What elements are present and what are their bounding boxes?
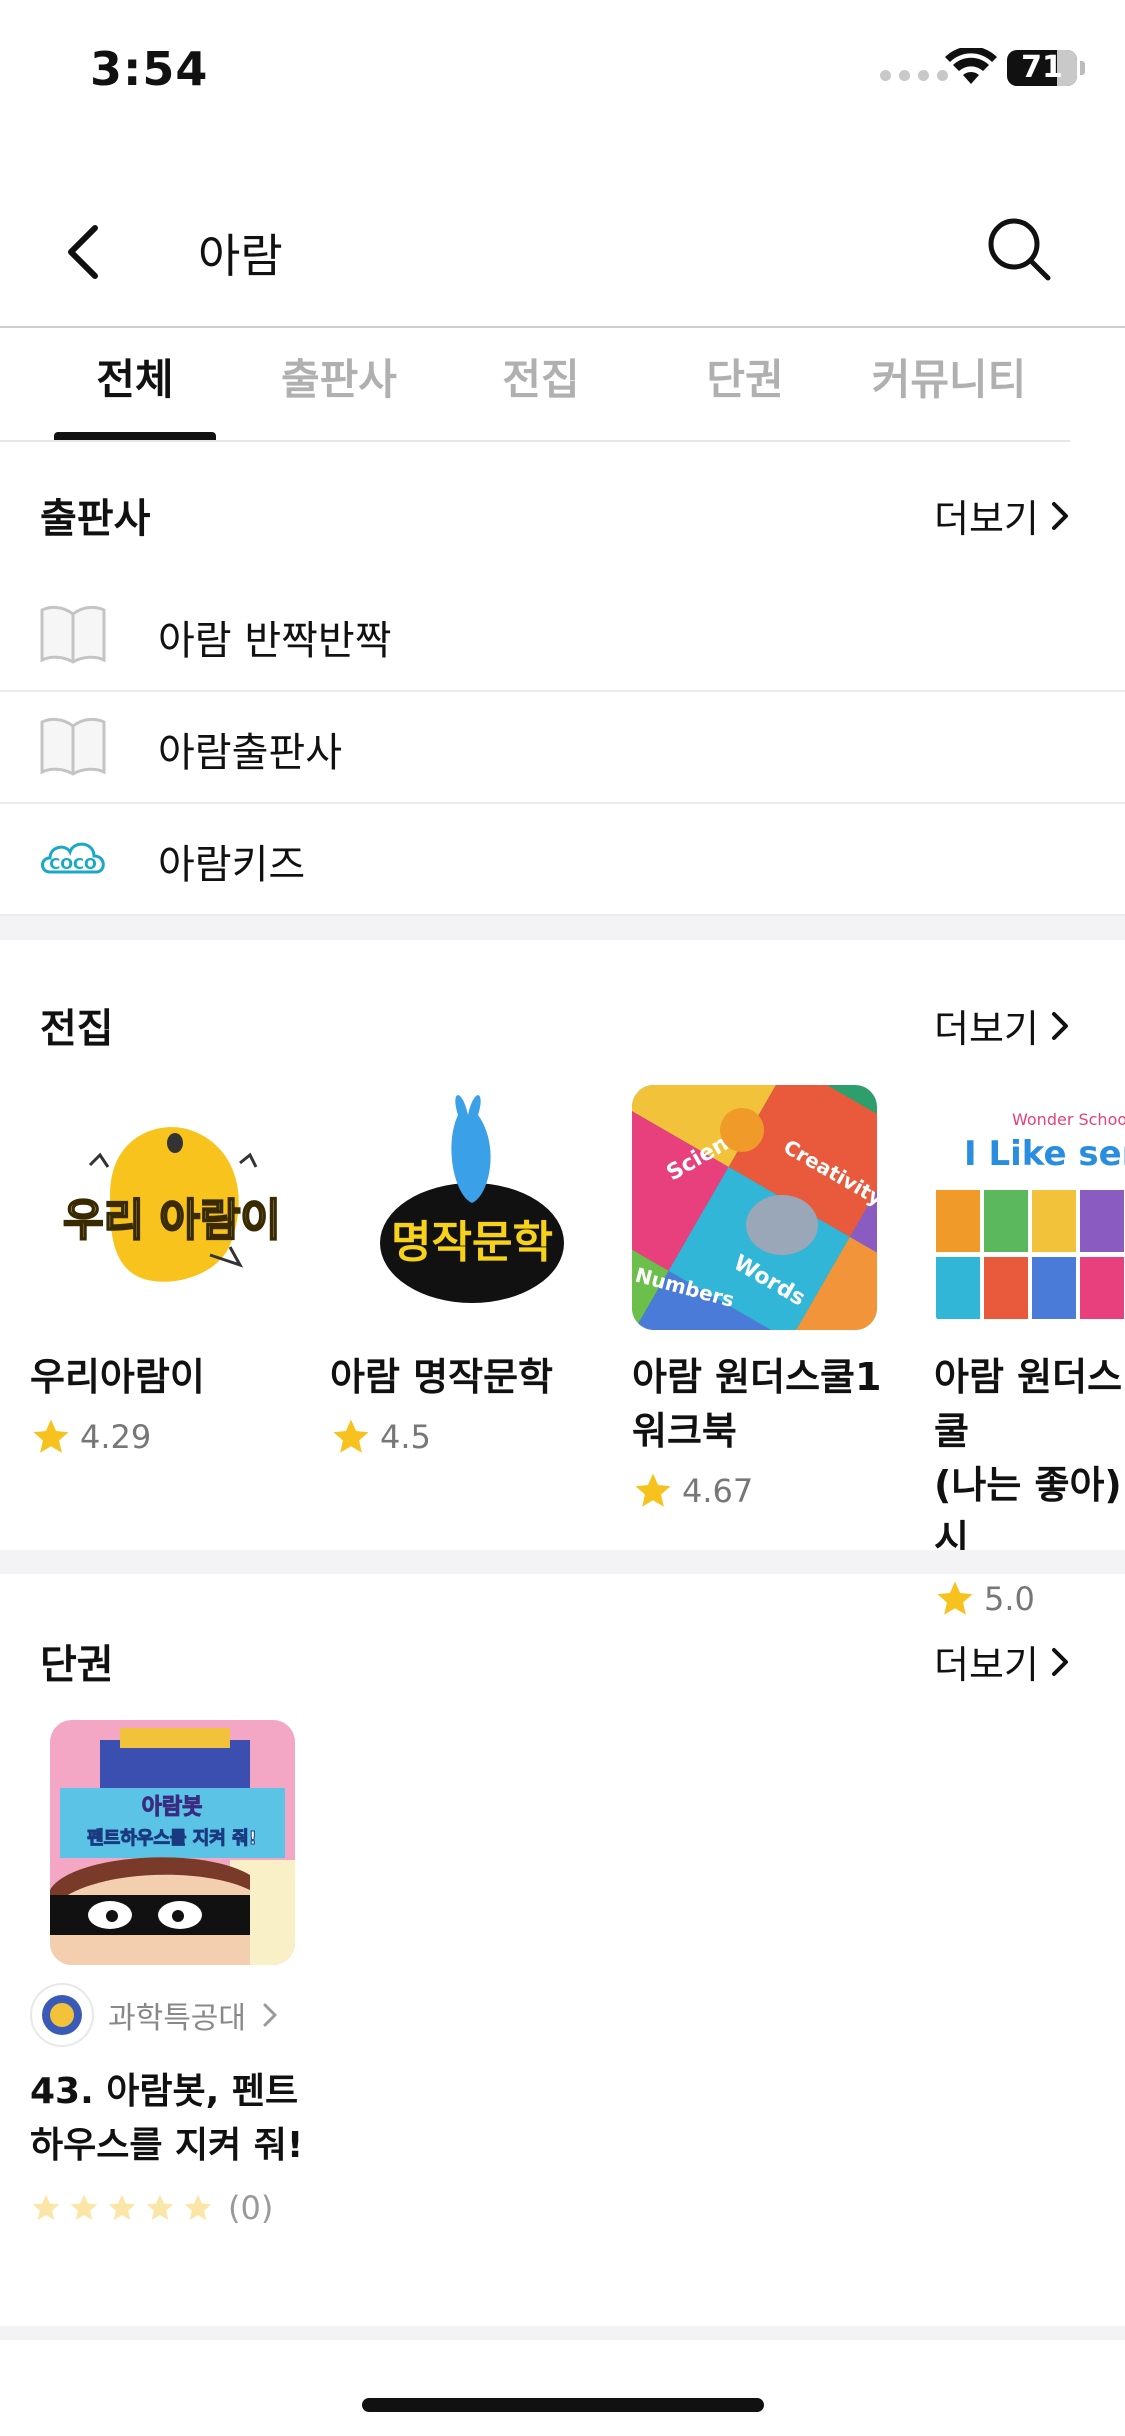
search-header: 아람 [0,180,1125,328]
rating-value: 4.67 [682,1472,754,1510]
book-cover: 아람봇 펜트하우스를 지켜 줘! [50,1720,295,1965]
section-divider [0,1550,1125,1574]
star-empty-icon [32,2194,60,2220]
set-card[interactable]: Science Creativity Words Numbers 아람 원더스쿨… [632,1085,912,1512]
back-button[interactable] [55,212,115,292]
search-query[interactable]: 아람 [198,220,283,286]
star-empty-icon [146,2194,174,2220]
battery-icon: 71 [1007,50,1077,86]
i-like-series-cover-art: Wonder School I Like series [934,1085,1125,1330]
publisher-row[interactable]: 아람출판사 [0,692,1125,804]
set-card[interactable]: 명작문학 아람 명작문학 4.5 [330,1085,610,1458]
workbook-cover-art: Science Creativity Words Numbers [632,1085,877,1330]
book-outline-icon [40,605,106,664]
publisher-name: 아람출판사 [158,730,342,776]
set-rating: 5.0 [934,1578,1125,1620]
set-cover: 명작문학 [350,1085,595,1330]
star-icon [635,1473,671,1507]
cover-header: Wonder School [1012,1110,1125,1129]
rating-value: 4.29 [80,1418,152,1456]
star-icon [937,1581,973,1615]
star-empty-icon [70,2194,98,2220]
section-divider [0,2326,1125,2340]
rating-value: 5.0 [984,1580,1035,1618]
uri-aram-cover-art: 우리 아람이 [50,1085,295,1330]
cover-text: 우리 아람이 [63,1195,281,1246]
book-rating: (0) [30,2189,330,2227]
battery-level: 71 [1021,50,1063,85]
tab-community[interactable]: 커뮤니티 [858,328,1040,440]
cellular-signal-icon [880,70,948,81]
sets-more-link[interactable]: 더보기 [934,998,1071,1053]
set-title: 아람 원더스쿨1 워크북 [632,1355,882,1453]
cover-title: I Like series [964,1134,1125,1174]
status-time: 3:54 [90,42,209,96]
publisher-name: 아람 반짝반짝 [158,618,392,664]
chevron-right-icon [1051,1011,1068,1040]
cover-text: 명작문학 [391,1217,553,1268]
status-bar: 3:54 71 [0,0,1125,140]
section-divider [0,916,1125,940]
tab-collection[interactable]: 전집 [460,328,622,440]
book-card[interactable]: 아람봇 펜트하우스를 지켜 줘! 과학특공대 43. 아람봇, 펜트하우스를 지… [30,1720,330,2227]
set-rating: 4.29 [30,1416,310,1458]
publisher-row[interactable]: COCO 아람키즈 [0,804,1125,916]
set-rating: 4.5 [330,1416,610,1458]
tab-publisher[interactable]: 출판사 [258,328,420,440]
publishers-more-link[interactable]: 더보기 [934,488,1071,543]
publisher-avatar [30,1983,94,2047]
book-title: 43. 아람봇, 펜트하우스를 지켜 줘! [30,2071,304,2166]
active-tab-indicator [54,432,216,440]
cover-title: 아람봇 [142,1795,203,1820]
star-empty-icon [184,2194,212,2220]
review-count: (0) [228,2189,274,2227]
wifi-icon [945,48,997,84]
set-cover: Science Creativity Words Numbers [632,1085,877,1330]
chevron-right-icon [263,2003,277,2027]
rating-value: 4.5 [380,1418,431,1456]
set-title: 우리아람이 [30,1355,205,1399]
section-title-singles: 단권 [40,1642,114,1688]
star-icon [33,1419,69,1453]
set-card[interactable]: Wonder School I Like series 아람 원더스쿨 (나는 … [934,1085,1125,1620]
more-label: 더보기 [934,1643,1039,1687]
section-title-publishers: 출판사 [40,496,151,542]
masterpiece-cover-art: 명작문학 [350,1085,595,1330]
more-label: 더보기 [934,497,1039,541]
chevron-right-icon [1051,501,1068,530]
chevron-right-icon [1051,1647,1068,1676]
publisher-name: 아람키즈 [158,842,306,888]
book-cover-art: 아람봇 펜트하우스를 지켜 줘! [50,1720,295,1965]
singles-more-link[interactable]: 더보기 [934,1634,1071,1689]
more-label: 더보기 [934,1007,1039,1051]
book-outline-icon [40,717,106,776]
set-cover: 우리 아람이 [50,1085,295,1330]
set-cover: Wonder School I Like series [934,1085,1125,1330]
category-tabs: 전체 출판사 전집 단권 커뮤니티 [0,328,1070,442]
home-indicator[interactable] [362,2398,764,2412]
book-publisher-link[interactable]: 과학특공대 [30,1983,330,2047]
svg-text:COCO: COCO [49,855,97,873]
set-title: 아람 원더스쿨 (나는 좋아) 시 [934,1355,1123,1561]
section-title-sets: 전집 [40,1006,114,1052]
tab-single[interactable]: 단권 [664,328,826,440]
publisher-name: 과학특공대 [108,2001,246,2036]
set-rating: 4.67 [632,1470,912,1512]
battery-cap [1080,61,1085,75]
tab-all[interactable]: 전체 [54,328,216,440]
set-card[interactable]: 우리 아람이 우리아람이 4.29 [30,1085,310,1458]
search-icon[interactable] [980,210,1060,290]
cover-subtitle: 펜트하우스를 지켜 줘! [87,1828,257,1849]
star-empty-icon [108,2194,136,2220]
set-title: 아람 명작문학 [330,1355,553,1399]
publisher-row[interactable]: 아람 반짝반짝 [0,580,1125,692]
coco-cloud-logo: COCO [41,842,105,874]
star-icon [333,1419,369,1453]
